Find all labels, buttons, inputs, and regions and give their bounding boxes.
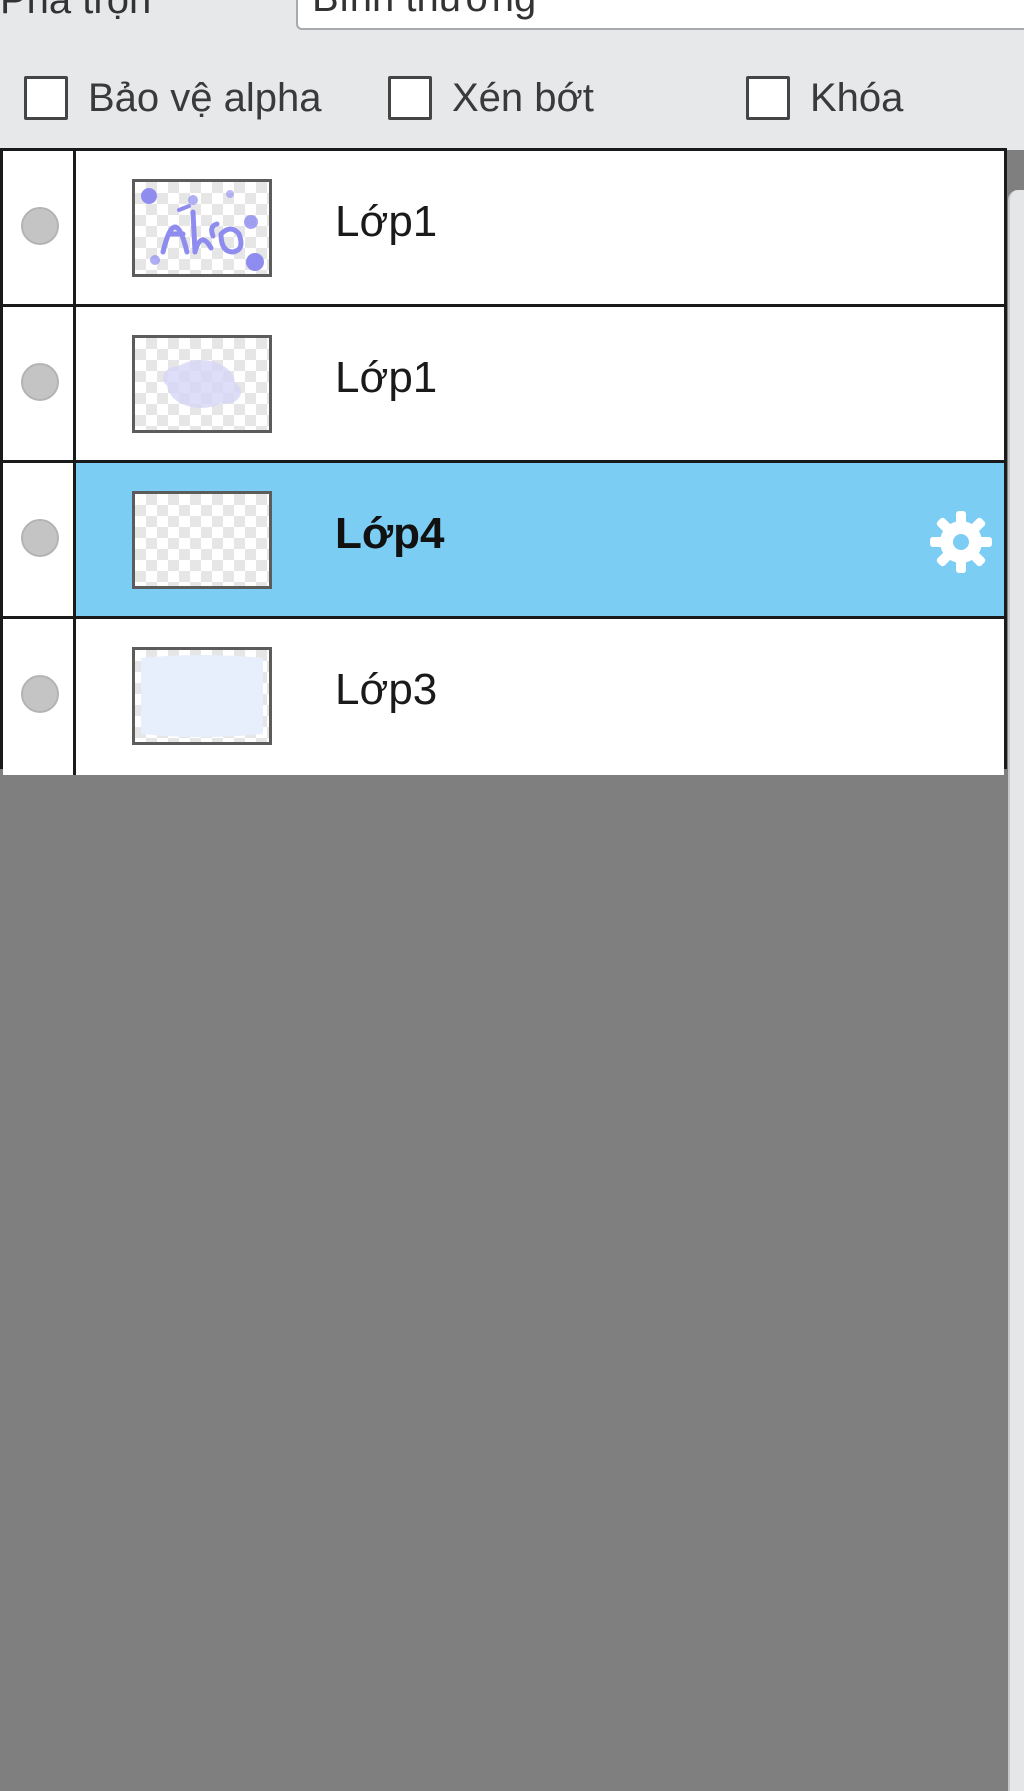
layer-thumbnail (132, 335, 272, 433)
layer-name: Lớp4 (335, 509, 445, 558)
visibility-dot-icon (21, 519, 59, 557)
layer-row[interactable]: Lớp1 (3, 151, 1004, 307)
thumbnail-art (163, 360, 241, 408)
layer-body[interactable]: Lớp1 (76, 151, 1004, 304)
visibility-toggle[interactable] (3, 307, 76, 460)
visibility-dot-icon (21, 363, 59, 401)
thumbnail-art (141, 188, 264, 271)
protect-alpha-label: Bảo vệ alpha (88, 75, 322, 120)
blend-mode-select[interactable]: Bình thường (296, 0, 1024, 30)
lock-checkbox[interactable] (746, 76, 790, 120)
layer-thumbnail (132, 491, 272, 589)
lock-option[interactable]: Khóa (746, 70, 903, 126)
layer-body[interactable]: Lớp1 (76, 307, 1004, 460)
lock-label: Khóa (810, 75, 904, 120)
visibility-toggle[interactable] (3, 619, 76, 775)
thumbnail-art (141, 655, 263, 737)
layer-body[interactable]: Lớp4 (76, 463, 1004, 616)
blend-mode-label: Pha trộn (0, 0, 152, 22)
protect-alpha-option[interactable]: Bảo vệ alpha (24, 70, 322, 126)
clipping-checkbox[interactable] (388, 76, 432, 120)
visibility-toggle[interactable] (3, 463, 76, 616)
clipping-label: Xén bớt (452, 75, 594, 120)
layer-row[interactable]: Lớp3 (3, 619, 1004, 775)
layer-row[interactable]: Lớp1 (3, 307, 1004, 463)
layer-list: Lớp1 Lớp1 Lớp4 Lớp3 (0, 148, 1007, 775)
layer-body[interactable]: Lớp3 (76, 619, 1004, 775)
layer-options-bar: Pha trộn Bình thường Bảo vệ alpha Xén bớ… (0, 0, 1024, 150)
layer-thumbnail (132, 179, 272, 277)
blend-mode-value: Bình thường (312, 0, 536, 21)
layer-name: Lớp3 (335, 665, 438, 714)
visibility-dot-icon (21, 675, 59, 713)
visibility-dot-icon (21, 207, 59, 245)
layer-name: Lớp1 (335, 197, 438, 246)
layer-row-selected[interactable]: Lớp4 (3, 463, 1004, 619)
scrollbar[interactable] (1008, 190, 1024, 1791)
visibility-toggle[interactable] (3, 151, 76, 304)
protect-alpha-checkbox[interactable] (24, 76, 68, 120)
gear-icon[interactable] (926, 507, 996, 577)
layer-name: Lớp1 (335, 353, 438, 402)
layer-thumbnail (132, 647, 272, 745)
clipping-option[interactable]: Xén bớt (388, 70, 594, 126)
